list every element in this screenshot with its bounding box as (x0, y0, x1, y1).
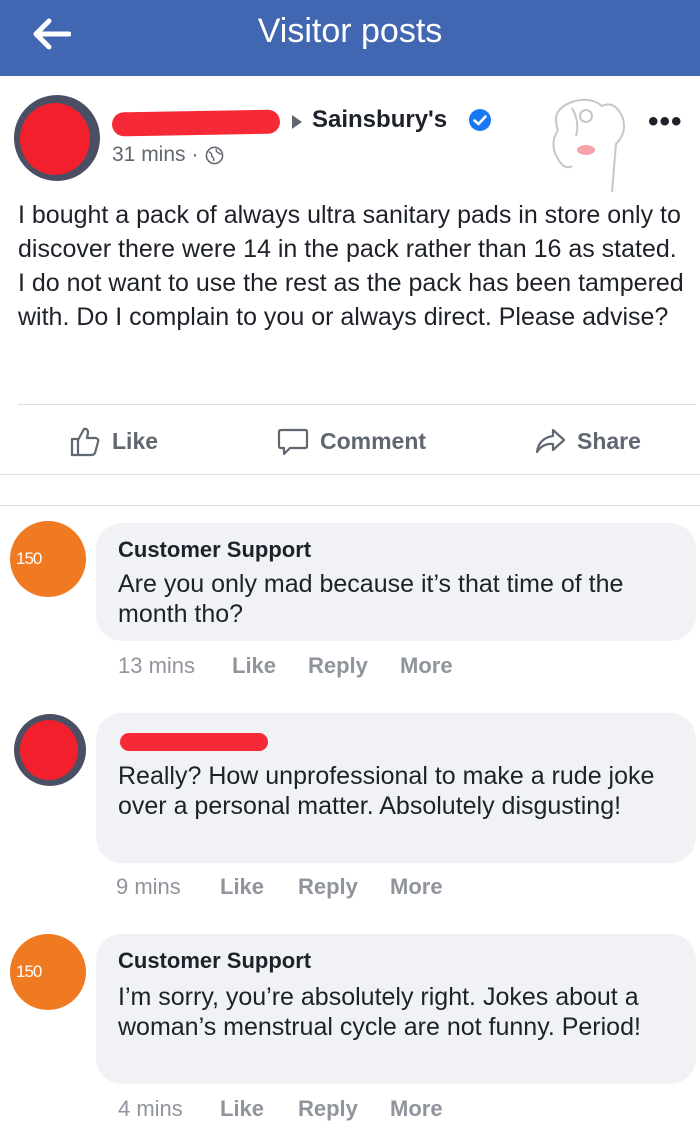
comment-label: Comment (320, 427, 427, 454)
comment-reply-button[interactable]: Reply (308, 653, 368, 679)
post-options-button[interactable]: ••• (648, 107, 683, 137)
comment-like-button[interactable]: Like (232, 653, 276, 679)
comment-reply-button[interactable]: Reply (298, 1096, 358, 1122)
share-label: Share (577, 427, 641, 454)
brand-avatar[interactable]: 150 (10, 934, 86, 1010)
page-name-link[interactable]: Sainsbury's (312, 106, 447, 134)
post-time-text: 31 mins (112, 143, 186, 166)
comment-text: I’m sorry, you’re absolutely right. Joke… (118, 983, 641, 1041)
page-title: Visitor posts (257, 12, 443, 50)
post-body: I bought a pack of always ultra sanitary… (18, 201, 684, 331)
like-button[interactable]: Like (68, 422, 158, 460)
comment-more-button[interactable]: More (390, 874, 443, 900)
comment-author[interactable]: Customer Support (118, 537, 311, 563)
comment-reply-button[interactable]: Reply (298, 874, 358, 900)
comment-bubble: Customer Support I’m sorry, you’re absol… (96, 934, 696, 1084)
comment-more-button[interactable]: More (390, 1096, 443, 1122)
comment-more-button[interactable]: More (400, 653, 453, 679)
author-avatar[interactable] (14, 95, 100, 181)
comment-author[interactable]: Customer Support (118, 948, 311, 974)
comment-bubble-icon (277, 428, 309, 456)
top-bar: Visitor posts (0, 0, 700, 76)
section-separator (0, 474, 700, 506)
comment-text: Are you only mad because it’s that time … (118, 570, 624, 628)
post-timestamp: 31 mins · (112, 143, 224, 167)
redacted-author-name (111, 109, 281, 137)
comment-like-button[interactable]: Like (220, 1096, 264, 1122)
brand-avatar[interactable]: 150 (10, 521, 86, 597)
divider (18, 404, 696, 405)
commenter-avatar[interactable] (14, 714, 86, 786)
share-button[interactable]: Share (533, 422, 641, 460)
comment-like-button[interactable]: Like (220, 874, 264, 900)
comment-time: 9 mins (116, 874, 181, 899)
doodle-drawing (552, 98, 625, 193)
thumbs-up-icon (70, 427, 100, 457)
like-label: Like (112, 427, 159, 454)
globe-icon (205, 146, 223, 164)
comment-bubble: Really? How unprofessional to make a rud… (96, 713, 696, 863)
comment-text: Really? How unprofessional to make a rud… (118, 762, 655, 820)
comment-time: 13 mins (118, 653, 196, 678)
redacted-commenter-name (120, 733, 268, 751)
caret-right-icon (292, 115, 302, 129)
verified-badge-icon (469, 109, 491, 131)
comment-bubble: Customer Support Are you only mad becaus… (96, 523, 696, 641)
share-arrow-icon (535, 428, 566, 454)
comment-button[interactable]: Comment (276, 422, 426, 460)
comment-time: 4 mins (118, 1096, 183, 1121)
